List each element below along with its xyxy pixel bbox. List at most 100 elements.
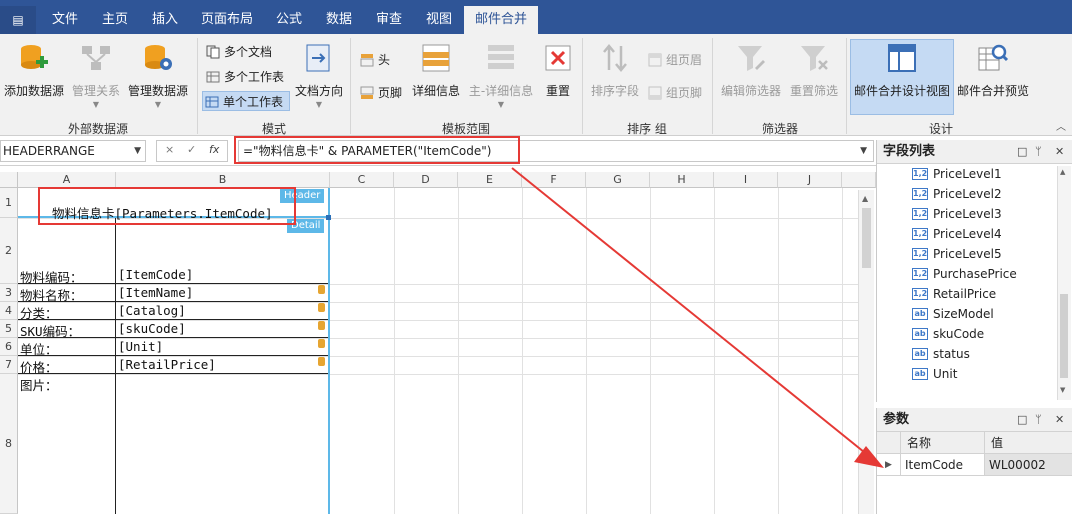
close-icon[interactable]: ✕ <box>1055 140 1064 164</box>
column-header[interactable]: H <box>650 172 714 188</box>
sort-field-button[interactable]: 排序字段 <box>588 40 642 112</box>
mail-merge-design-view-button[interactable]: 邮件合并设计视图 <box>850 39 954 115</box>
field-sku-code[interactable]: [skuCode] <box>118 321 186 336</box>
document-direction-button[interactable]: 文档方向 ▼ <box>292 40 346 112</box>
column-header[interactable]: C <box>330 172 394 188</box>
field-list-item[interactable]: 1,2 PriceLevel5 <box>912 244 1002 264</box>
fill-handle[interactable] <box>326 215 331 220</box>
insert-function-button[interactable]: fx <box>209 143 219 156</box>
tab-home[interactable]: 主页 <box>90 6 140 34</box>
pane-menu-icon[interactable]: □ <box>1017 140 1027 164</box>
scroll-up-icon[interactable]: ▲ <box>1060 168 1065 176</box>
master-detail-button[interactable]: 主-详细信息 ▼ <box>466 40 536 112</box>
scroll-down-icon[interactable]: ▼ <box>1060 386 1065 394</box>
tab-file[interactable]: 文件 <box>40 6 90 34</box>
reset-range-button[interactable]: 重置 <box>538 40 578 112</box>
row-header[interactable]: 3 <box>0 284 18 302</box>
row-header[interactable]: 4 <box>0 302 18 320</box>
group-header-button[interactable]: 组页眉 <box>646 50 702 70</box>
vertical-scrollbar[interactable]: ▲ <box>858 190 874 514</box>
manage-relations-button[interactable]: 管理关系 ▼ <box>68 40 124 112</box>
edit-filter-button[interactable]: 编辑筛选器 <box>718 40 784 112</box>
label-item-code[interactable]: 物料编码： <box>20 267 83 286</box>
single-sheet-button[interactable]: 单个工作表 <box>202 91 290 111</box>
scroll-up-icon[interactable]: ▲ <box>862 194 868 203</box>
label-picture[interactable]: 图片： <box>20 375 58 394</box>
reset-filter-button[interactable]: 重置筛选 <box>786 40 842 112</box>
pin-icon[interactable]: ᛘ <box>1035 408 1042 432</box>
chevron-down-icon[interactable]: ▼ <box>860 141 867 161</box>
manage-datasource-button[interactable]: 管理数据源 ▼ <box>126 40 190 112</box>
tab-mail-merge[interactable]: 邮件合并 <box>464 6 538 34</box>
tab-page-layout[interactable]: 页面布局 <box>190 6 264 34</box>
field-catalog[interactable]: [Catalog] <box>118 303 186 318</box>
footer-range-button[interactable]: 页脚 <box>358 83 402 103</box>
column-header[interactable]: F <box>522 172 586 188</box>
group-footer-button[interactable]: 组页脚 <box>646 83 702 103</box>
grid-line <box>650 188 651 514</box>
column-header[interactable]: B <box>116 172 330 188</box>
field-list-scrollbar[interactable]: ▲ ▼ <box>1057 166 1071 400</box>
field-list-item[interactable]: ab Unit <box>912 364 957 384</box>
field-list-item[interactable]: 1,2 PurchasePrice <box>912 264 1017 284</box>
column-header[interactable]: E <box>458 172 522 188</box>
pane-menu-icon[interactable]: □ <box>1017 408 1027 432</box>
label-item-name[interactable]: 物料名称： <box>20 285 83 304</box>
tab-insert[interactable]: 插入 <box>140 6 190 34</box>
multi-sheet-button[interactable]: 多个工作表 <box>204 67 284 87</box>
row-header[interactable]: 5 <box>0 320 18 338</box>
multi-document-button[interactable]: 多个文档 <box>204 42 272 62</box>
field-list-item[interactable]: 1,2 PriceLevel1 <box>912 164 1002 184</box>
column-header-value[interactable]: 值 <box>985 432 1072 454</box>
close-icon[interactable]: ✕ <box>1055 408 1064 432</box>
row-header[interactable]: 2 <box>0 218 18 284</box>
field-list-item[interactable]: 1,2 PriceLevel2 <box>912 184 1002 204</box>
scrollbar-thumb[interactable] <box>862 208 871 268</box>
field-list-item[interactable]: ab status <box>912 344 970 364</box>
scrollbar-thumb[interactable] <box>1060 294 1068 378</box>
field-unit[interactable]: [Unit] <box>118 339 163 354</box>
spreadsheet-grid[interactable]: A B C D E F G H I J 1 2 3 4 5 6 7 8 Head… <box>0 172 876 514</box>
param-name-cell[interactable]: ItemCode <box>901 454 985 476</box>
column-header-name[interactable]: 名称 <box>901 432 985 454</box>
tab-data[interactable]: 数据 <box>314 6 364 34</box>
cancel-formula-button[interactable]: × <box>165 143 174 156</box>
row-header[interactable]: 1 <box>0 188 18 218</box>
row-header[interactable]: 6 <box>0 338 18 356</box>
grid-line <box>714 188 715 514</box>
field-list-item[interactable]: 1,2 RetailPrice <box>912 284 996 304</box>
column-header[interactable]: A <box>18 172 116 188</box>
column-header[interactable]: I <box>714 172 778 188</box>
column-header[interactable]: D <box>394 172 458 188</box>
field-item-name[interactable]: [ItemName] <box>118 285 193 300</box>
field-list-item[interactable]: ab SizeModel <box>912 304 994 324</box>
row-header[interactable]: 7 <box>0 356 18 374</box>
pin-icon[interactable]: ᛘ <box>1035 140 1042 164</box>
app-menu-button[interactable]: ▤ <box>0 6 36 34</box>
field-list-item[interactable]: 1,2 PriceLevel3 <box>912 204 1002 224</box>
tab-formulas[interactable]: 公式 <box>264 6 314 34</box>
tab-view[interactable]: 视图 <box>414 6 464 34</box>
column-header[interactable]: G <box>586 172 650 188</box>
collapse-ribbon-icon[interactable]: ︿ <box>1056 118 1066 133</box>
header-range-button[interactable]: 头 <box>358 50 390 70</box>
tab-review[interactable]: 审查 <box>364 6 414 34</box>
field-item-code[interactable]: [ItemCode] <box>118 267 193 282</box>
add-datasource-button[interactable]: 添加数据源 <box>2 40 66 112</box>
detail-button[interactable]: 详细信息 <box>408 40 464 112</box>
label-price[interactable]: 价格： <box>20 357 58 376</box>
label-unit[interactable]: 单位： <box>20 339 58 358</box>
label-sku-code[interactable]: SKU编码： <box>20 321 80 340</box>
confirm-formula-button[interactable]: ✓ <box>187 143 196 156</box>
row-header[interactable]: 8 <box>0 374 18 514</box>
column-header[interactable]: J <box>778 172 842 188</box>
field-list-item[interactable]: 1,2 PriceLevel4 <box>912 224 1002 244</box>
label-catalog[interactable]: 分类： <box>20 303 58 322</box>
field-price[interactable]: [RetailPrice] <box>118 357 216 372</box>
name-box[interactable]: HEADERRANGE ▼ <box>0 140 146 162</box>
mail-merge-preview-button[interactable]: 邮件合并预览 <box>956 40 1030 112</box>
chevron-down-icon[interactable]: ▼ <box>134 141 141 161</box>
param-value-cell[interactable]: WL00002 <box>985 454 1072 476</box>
select-all-corner[interactable] <box>0 172 18 188</box>
field-list-item[interactable]: ab skuCode <box>912 324 984 344</box>
